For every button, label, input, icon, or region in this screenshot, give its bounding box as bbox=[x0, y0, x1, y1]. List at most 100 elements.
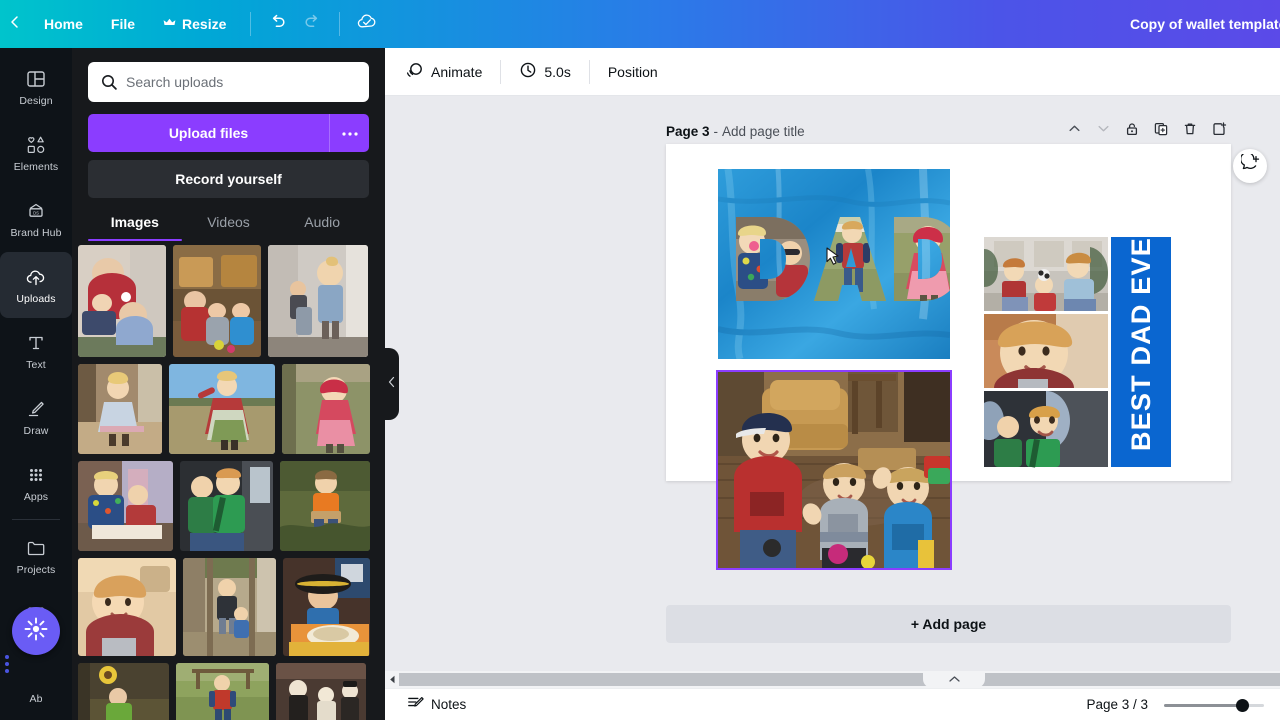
three-boys-photo[interactable] bbox=[718, 372, 950, 568]
redo-button[interactable] bbox=[295, 7, 329, 41]
redo-arrow-icon bbox=[302, 12, 322, 37]
upload-thumbnail[interactable] bbox=[78, 245, 166, 357]
magic-sparkle-icon bbox=[23, 616, 49, 647]
move-page-down-button[interactable] bbox=[1091, 119, 1115, 143]
scroll-track[interactable] bbox=[399, 673, 1280, 686]
sidebar-label-projects: Projects bbox=[17, 564, 56, 576]
sidebar-item-uploads[interactable]: Uploads bbox=[0, 252, 72, 318]
page-title-separator: - bbox=[714, 124, 719, 139]
upload-files-button[interactable]: Upload files bbox=[88, 114, 329, 152]
design-page-3[interactable]: DAD bbox=[666, 144, 1231, 481]
search-icon bbox=[100, 73, 118, 96]
search-input[interactable] bbox=[126, 63, 369, 101]
svg-text:DS: DS bbox=[33, 210, 39, 215]
add-comment-button[interactable] bbox=[1233, 149, 1267, 183]
undo-arrow-icon bbox=[268, 12, 288, 37]
sidebar-item-elements[interactable]: Elements bbox=[0, 120, 72, 186]
upload-thumbnail[interactable] bbox=[78, 461, 173, 551]
horizontal-scrollbar[interactable] bbox=[385, 671, 1280, 688]
collapse-timeline-button[interactable] bbox=[923, 671, 985, 688]
cloud-save-button[interactable] bbox=[350, 7, 384, 41]
scroll-left-button[interactable] bbox=[385, 671, 399, 689]
position-button[interactable]: Position bbox=[598, 56, 668, 88]
cloud-saved-icon bbox=[356, 11, 378, 38]
text-t-icon bbox=[24, 331, 48, 355]
upload-thumbnail[interactable] bbox=[176, 663, 269, 720]
cloud-upload-icon bbox=[24, 265, 48, 289]
footer-right-group: Page 3 / 3 bbox=[1086, 697, 1264, 713]
undo-button[interactable] bbox=[261, 7, 295, 41]
dad-photo-text-collage[interactable]: DAD bbox=[718, 169, 950, 359]
page-title-row[interactable]: Page 3-Add page title bbox=[666, 124, 805, 139]
upload-thumbnail[interactable] bbox=[183, 558, 276, 656]
sidebar-item-text[interactable]: Text bbox=[0, 318, 72, 384]
add-comment-icon bbox=[1241, 154, 1260, 178]
upload-thumbnail[interactable] bbox=[276, 663, 366, 720]
notes-button[interactable]: Notes bbox=[401, 691, 472, 719]
header-divider-1 bbox=[250, 12, 251, 36]
collapse-panel-button[interactable] bbox=[385, 348, 399, 420]
page-indicator: Page 3 / 3 bbox=[1086, 697, 1148, 712]
upload-thumbnail[interactable] bbox=[180, 461, 273, 551]
sidebar-item-brand-hub[interactable]: DS Brand Hub bbox=[0, 186, 72, 252]
upload-thumbnail[interactable] bbox=[78, 364, 162, 454]
upload-thumbnail[interactable] bbox=[173, 245, 261, 357]
duration-label: 5.0s bbox=[544, 64, 570, 80]
animate-button[interactable]: Animate bbox=[395, 56, 492, 88]
menu-resize[interactable]: Resize bbox=[149, 8, 240, 40]
position-label: Position bbox=[608, 64, 658, 80]
sidebar-item-apps[interactable]: Apps bbox=[0, 450, 72, 516]
sidebar-label-brand-hub: Brand Hub bbox=[10, 227, 61, 239]
sidebar-item-magic[interactable]: Ab bbox=[0, 655, 72, 720]
brand-hub-icon: DS bbox=[24, 199, 48, 223]
menu-resize-label: Resize bbox=[182, 16, 226, 32]
duplicate-icon bbox=[1153, 121, 1169, 142]
record-yourself-button[interactable]: Record yourself bbox=[88, 160, 369, 198]
sidebar-label-text: Text bbox=[26, 359, 46, 371]
layout-grid-icon bbox=[24, 67, 48, 91]
menu-home[interactable]: Home bbox=[30, 8, 97, 40]
tab-videos[interactable]: Videos bbox=[182, 214, 276, 241]
uploads-grid bbox=[78, 245, 370, 720]
sidebar-label-uploads: Uploads bbox=[16, 293, 55, 305]
move-page-up-button[interactable] bbox=[1062, 119, 1086, 143]
lock-page-button[interactable] bbox=[1120, 119, 1144, 143]
notes-icon bbox=[407, 695, 424, 715]
best-dad-ever-collage[interactable]: BEST DAD EVER BEST DAD EVER bbox=[982, 235, 1173, 471]
grid-row bbox=[78, 663, 370, 720]
upload-thumbnail[interactable] bbox=[78, 558, 176, 656]
menu-home-label: Home bbox=[44, 16, 83, 32]
animate-label: Animate bbox=[431, 64, 482, 80]
tab-active-underline bbox=[88, 239, 182, 242]
sidebar-label-magic: Ab bbox=[29, 693, 42, 705]
add-page-button-top[interactable] bbox=[1207, 119, 1231, 143]
header-divider-2 bbox=[339, 12, 340, 36]
zoom-slider[interactable] bbox=[1164, 697, 1264, 713]
sidebar-item-projects[interactable]: Projects bbox=[0, 523, 72, 589]
upload-thumbnail[interactable] bbox=[169, 364, 276, 454]
duplicate-page-button[interactable] bbox=[1149, 119, 1173, 143]
page-title-placeholder[interactable]: Add page title bbox=[722, 124, 805, 139]
menu-file[interactable]: File bbox=[97, 8, 149, 40]
upload-more-button[interactable] bbox=[329, 114, 369, 152]
search-uploads-container[interactable] bbox=[88, 62, 369, 102]
sidebar-item-design[interactable]: Design bbox=[0, 54, 72, 120]
upload-thumbnail[interactable] bbox=[283, 558, 370, 656]
zoom-slider-handle[interactable] bbox=[1236, 699, 1249, 712]
tab-images[interactable]: Images bbox=[88, 214, 182, 241]
upload-thumbnail[interactable] bbox=[268, 245, 368, 357]
add-page-button[interactable]: + Add page bbox=[666, 605, 1231, 643]
folder-icon bbox=[24, 536, 48, 560]
ellipsis-icon bbox=[341, 124, 359, 142]
upload-thumbnail[interactable] bbox=[78, 663, 169, 720]
duration-button[interactable]: 5.0s bbox=[509, 56, 580, 88]
back-button[interactable] bbox=[0, 0, 30, 48]
design-title[interactable]: Copy of wallet template bbox=[1130, 0, 1280, 48]
upload-thumbnail[interactable] bbox=[280, 461, 370, 551]
magic-ai-button[interactable] bbox=[12, 607, 60, 655]
tab-audio[interactable]: Audio bbox=[275, 214, 369, 241]
sidebar-item-draw[interactable]: Draw bbox=[0, 384, 72, 450]
delete-page-button[interactable] bbox=[1178, 119, 1202, 143]
menu-file-label: File bbox=[111, 16, 135, 32]
upload-thumbnail[interactable] bbox=[282, 364, 370, 454]
